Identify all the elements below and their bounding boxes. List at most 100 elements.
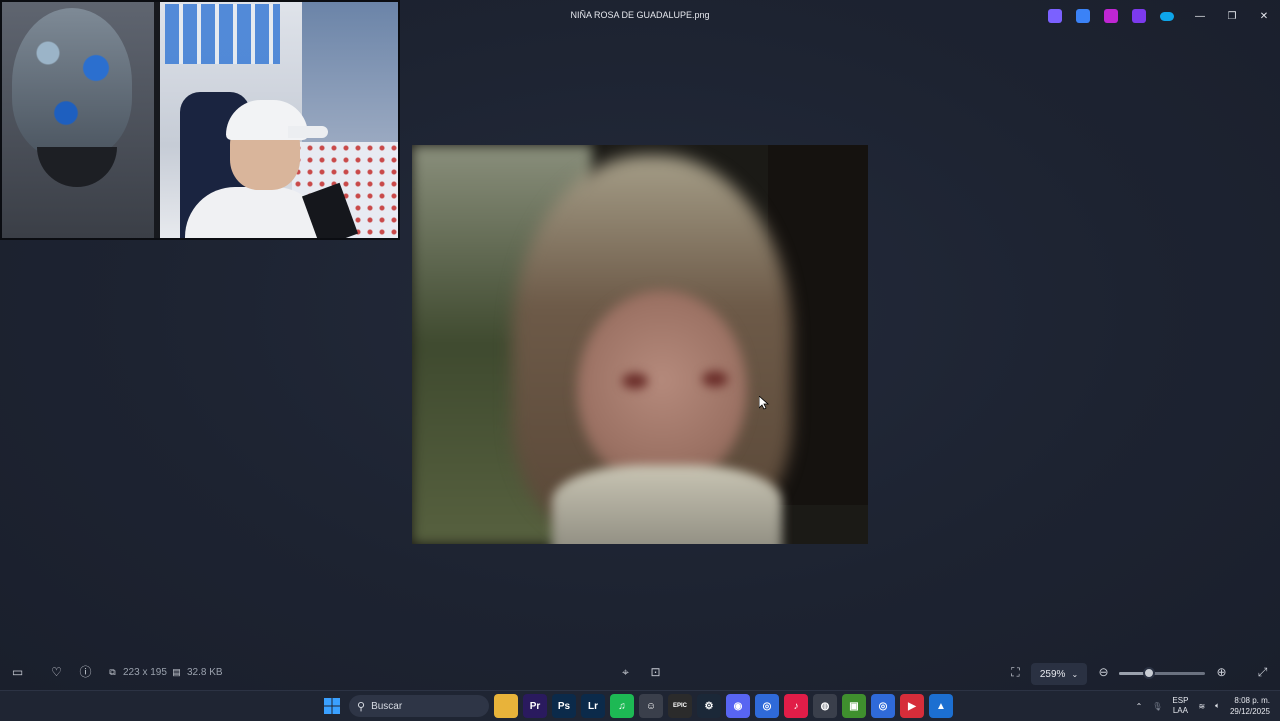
webcam-room-left	[2, 2, 157, 238]
mouse-cursor	[758, 395, 770, 415]
keyboard-layout: LAA	[1172, 706, 1188, 715]
webcam-overlay	[0, 0, 400, 240]
taskbar-app-steam[interactable]: ⚙	[697, 694, 721, 718]
filmstrip-button[interactable]: ▭	[11, 666, 24, 679]
chrome-icon: ◎	[762, 700, 772, 712]
taskbar-app-discord[interactable]: ◉	[726, 694, 750, 718]
taskbar-app-obs[interactable]: ◍	[813, 694, 837, 718]
visual-search-button[interactable]: ⌖	[619, 666, 632, 679]
taskbar-app-photoshop[interactable]: Ps	[552, 694, 576, 718]
file-info-button[interactable]: ⓘ	[79, 666, 92, 679]
search-label: Buscar	[371, 700, 403, 712]
chevron-up-icon[interactable]: ⌃	[1136, 702, 1143, 711]
taskbar-app-spotify[interactable]: ♫	[610, 694, 634, 718]
app-bot-icon: ☺	[645, 700, 657, 712]
christmas-tree	[12, 8, 132, 158]
taskbar-app-capcut[interactable]: ▶	[900, 694, 924, 718]
zoom-out-button[interactable]: ⊖	[1097, 666, 1110, 679]
taskbar-app-file-explorer[interactable]	[494, 694, 518, 718]
clipchamp-icon[interactable]	[1132, 9, 1146, 23]
filmstrip-icon: ▭	[11, 665, 24, 679]
system-tray: ⌃ 🎙︎ ESP LAA ≋ 🔈︎ 8:08 p. m. 29/12/2025	[1136, 695, 1270, 717]
search-icon: ⚲	[357, 700, 366, 713]
dimensions-icon: ⧉	[109, 667, 116, 677]
zoom-out-icon: ⊖	[1098, 665, 1109, 679]
taskbar-app-chrome[interactable]: ◎	[755, 694, 779, 718]
lightroom-icon: Lr	[588, 700, 598, 712]
taskbar-app-chrome-2[interactable]: ◎	[871, 694, 895, 718]
photoshop-icon: Ps	[557, 700, 571, 712]
clock-time: 8:08 p. m.	[1234, 696, 1270, 705]
photos-icon: ▲	[936, 700, 946, 712]
zoom-level-dropdown[interactable]: 259% ⌄	[1031, 663, 1087, 685]
toy-car-shelf	[165, 4, 280, 64]
taskbar-search[interactable]: ⚲ Buscar	[349, 695, 489, 717]
input-language[interactable]: ESP LAA	[1172, 696, 1188, 716]
epic-icon: EPIC	[672, 703, 687, 709]
zoom-slider-thumb[interactable]	[1143, 667, 1156, 679]
taskbar-apps: ⚲ Buscar Pr Ps Lr ♫ ☺ EPIC ⚙ ◉ ◎ ♪ ◍ ▣ ◎ ▶ ▲	[320, 694, 953, 718]
title-app-shortcuts	[1048, 9, 1174, 23]
onedrive-icon[interactable]	[1160, 12, 1174, 21]
taskbar-app-photos[interactable]: ▲	[929, 694, 953, 718]
zoom-slider[interactable]	[1119, 667, 1205, 679]
webcam-room-right	[160, 2, 398, 238]
heart-icon: ♡	[51, 665, 62, 679]
scan-text-button[interactable]: ⊡	[649, 666, 662, 679]
designer-icon[interactable]	[1104, 9, 1118, 23]
displayed-image[interactable]	[412, 145, 868, 544]
start-button[interactable]	[320, 694, 344, 718]
language-code: ESP	[1172, 696, 1189, 705]
spotify-icon: ♫	[618, 700, 626, 712]
taskbar-app-premiere[interactable]: Pr	[523, 694, 547, 718]
zoom-in-icon: ⊕	[1216, 665, 1227, 679]
tree-pot	[37, 147, 117, 187]
discord-icon: ◉	[733, 700, 743, 712]
copilot-icon[interactable]	[1048, 9, 1062, 23]
obs-icon: ◍	[820, 700, 830, 712]
microphone-icon[interactable]: 🎙︎	[1152, 702, 1162, 711]
capcut-icon: ▶	[908, 700, 916, 712]
premiere-icon: Pr	[529, 700, 541, 712]
fullscreen-button[interactable]: ⤢	[1256, 666, 1269, 679]
volume-icon[interactable]: 🔈︎	[1215, 701, 1220, 711]
windows-taskbar: ⚲ Buscar Pr Ps Lr ♫ ☺ EPIC ⚙ ◉ ◎ ♪ ◍ ▣ ◎ ▶ ▲ ⌃ 🎙︎ ESP …	[0, 690, 1280, 721]
info-icon: ⓘ	[79, 665, 92, 679]
photo-collar	[552, 465, 782, 544]
pinned-apps: Pr Ps Lr ♫ ☺ EPIC ⚙ ◉ ◎ ♪ ◍ ▣ ◎ ▶ ▲	[494, 694, 953, 718]
taskbar-app-app-bot[interactable]: ☺	[639, 694, 663, 718]
taskbar-app-lightroom[interactable]: Lr	[581, 694, 605, 718]
zoom-in-button[interactable]: ⊕	[1215, 666, 1228, 679]
file-size-icon: ▤	[172, 667, 181, 677]
fit-window-icon: ⛶	[1011, 665, 1020, 679]
tiktok-icon: ♪	[793, 700, 799, 712]
chevron-down-icon: ⌄	[1071, 669, 1079, 679]
minimize-button[interactable]: —	[1184, 0, 1216, 32]
fit-to-window-button[interactable]: ⛶	[1009, 666, 1022, 679]
window-controls: — ❐ ✕	[1184, 0, 1280, 32]
favorite-button[interactable]: ♡	[50, 666, 63, 679]
visual-search-icon: ⌖	[622, 665, 629, 679]
scan-text-icon: ⊡	[650, 665, 661, 679]
image-dimensions-value: 223 x 195	[123, 667, 167, 678]
photo-eye-right	[702, 371, 728, 387]
steam-icon: ⚙	[704, 700, 714, 712]
photo-face	[577, 290, 747, 490]
photo-eye-left	[622, 373, 648, 389]
clock-date: 29/12/2025	[1229, 707, 1270, 716]
maximize-button[interactable]: ❐	[1216, 0, 1248, 32]
taskbar-app-minecraft[interactable]: ▣	[842, 694, 866, 718]
wall	[302, 2, 398, 142]
image-dimensions: ⧉ 223 x 195	[106, 666, 167, 679]
wifi-icon[interactable]: ≋	[1198, 702, 1205, 711]
edit-icon[interactable]	[1076, 9, 1090, 23]
clock[interactable]: 8:08 p. m. 29/12/2025	[1230, 695, 1270, 717]
chrome-2-icon: ◎	[878, 700, 888, 712]
taskbar-app-tiktok[interactable]: ♪	[784, 694, 808, 718]
zoom-level-value: 259%	[1039, 668, 1066, 680]
close-button[interactable]: ✕	[1248, 0, 1280, 32]
minecraft-icon: ▣	[849, 700, 859, 712]
taskbar-app-epic[interactable]: EPIC	[668, 694, 692, 718]
file-size-value: 32.8 KB	[187, 667, 223, 678]
expand-icon: ⤢	[1257, 665, 1268, 679]
